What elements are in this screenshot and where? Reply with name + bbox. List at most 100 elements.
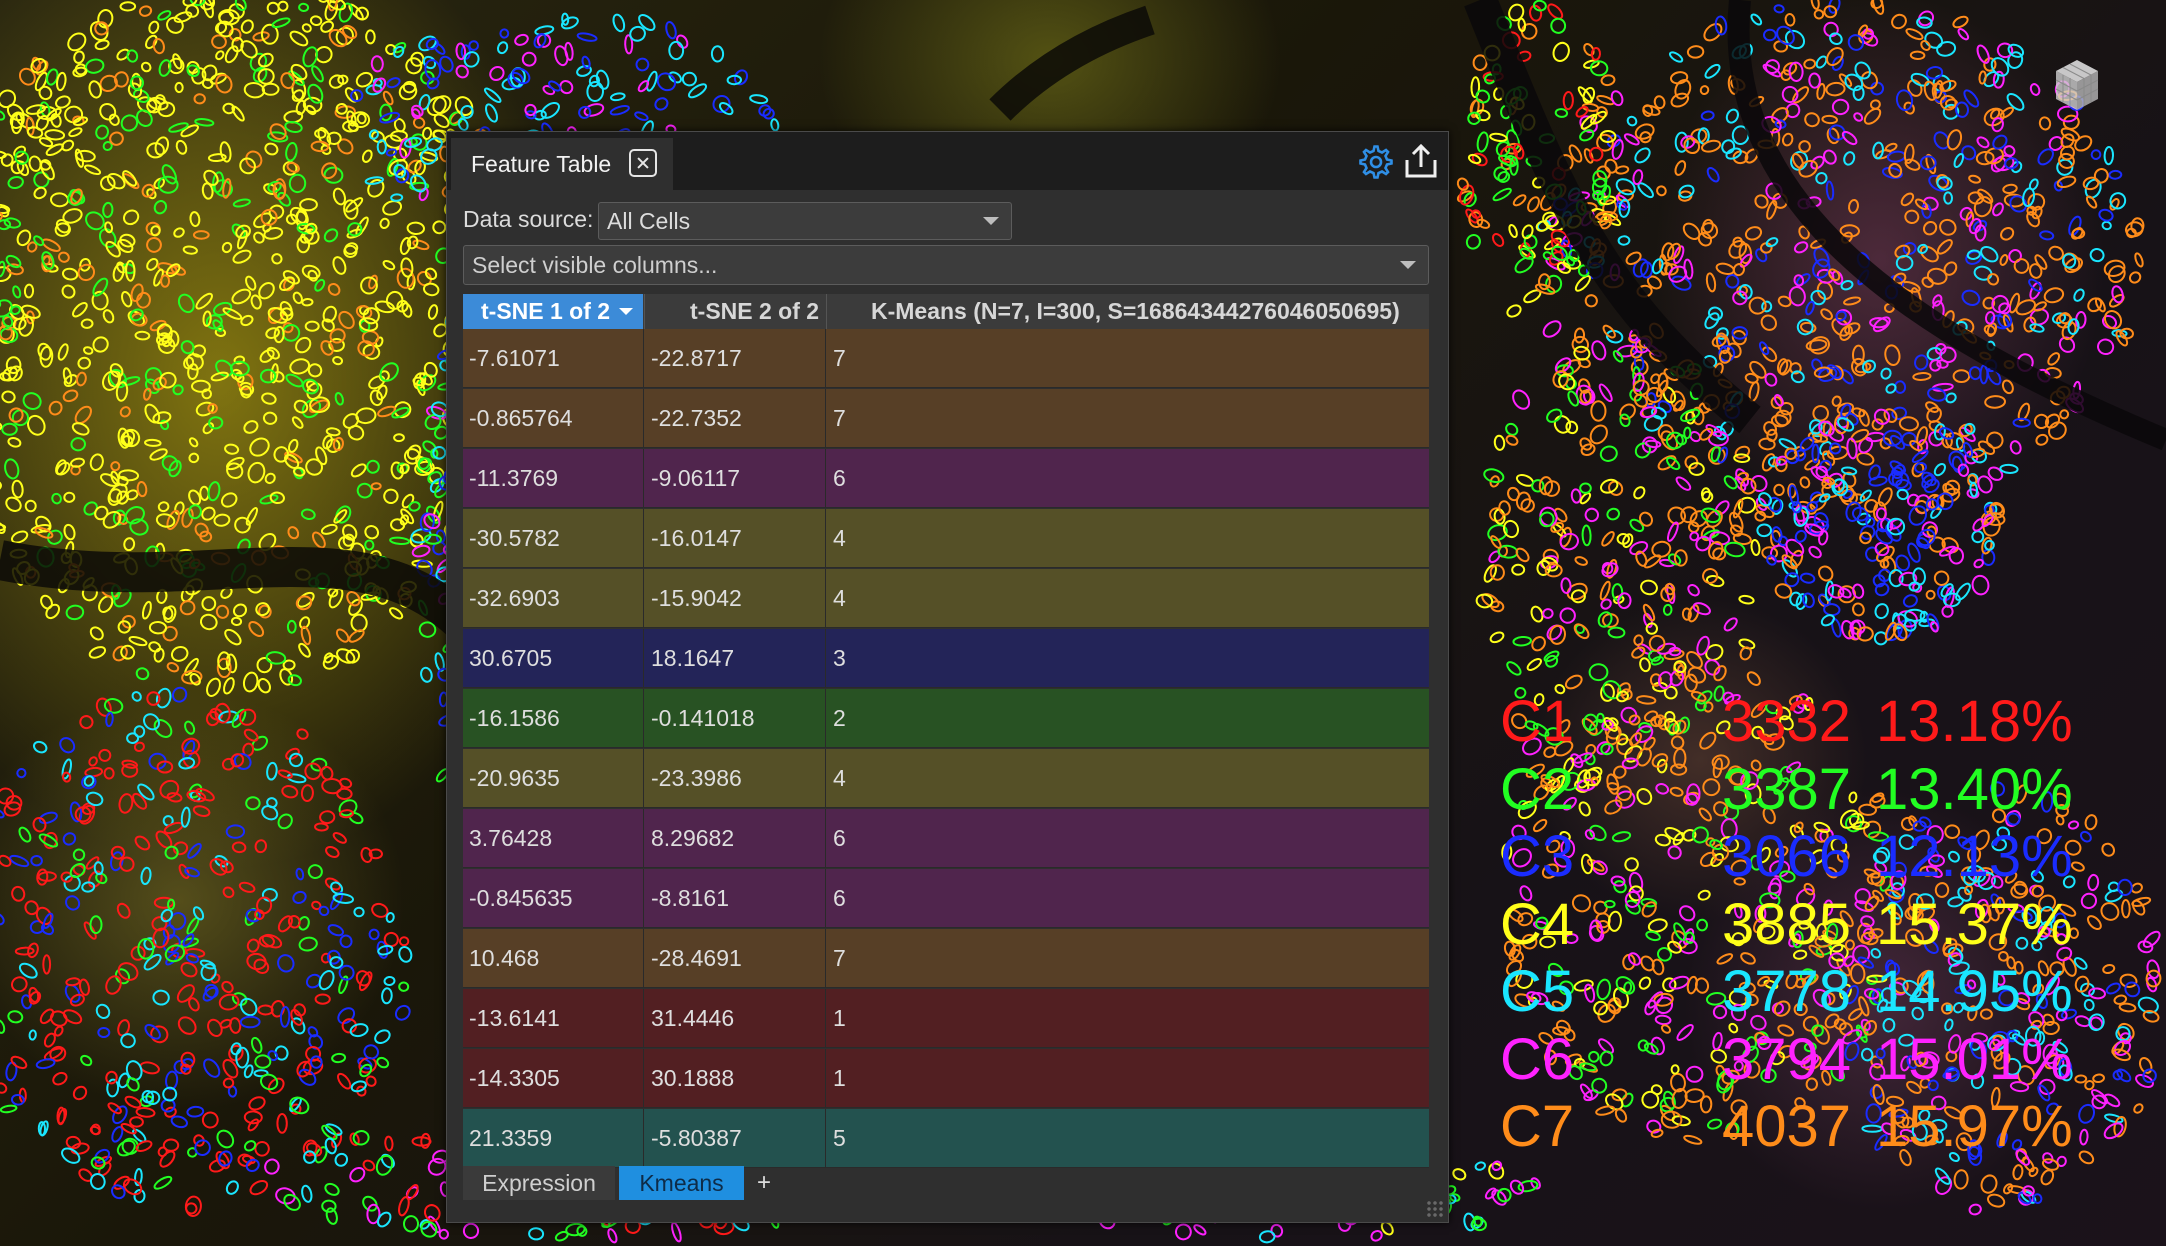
cell-outline: [215, 50, 225, 61]
cell-outline: [2029, 83, 2041, 96]
cell-outline: [264, 142, 279, 156]
tab-kmeans[interactable]: Kmeans: [619, 1166, 744, 1200]
cell-outline: [402, 1215, 420, 1233]
cell-outline: [408, 501, 421, 512]
cell-outline: [159, 779, 180, 799]
table-row[interactable]: -20.9635 -23.3986 4: [463, 749, 1429, 808]
table-row[interactable]: -14.3305 30.1888 1: [463, 1049, 1429, 1108]
panel-tab[interactable]: Feature Table: [451, 138, 673, 190]
cell-outline: [337, 138, 354, 155]
cell-outline: [92, 336, 109, 353]
close-icon[interactable]: [629, 149, 657, 177]
cell-outline: [468, 40, 480, 51]
cell-outline: [1957, 463, 1970, 477]
cell-outline: [264, 472, 276, 485]
table-row[interactable]: -16.1586 -0.141018 2: [463, 689, 1429, 748]
cell-outline: [2040, 1169, 2055, 1186]
data-source-value: All Cells: [607, 208, 691, 234]
cell-outline: [291, 416, 304, 429]
cell-outline: [2032, 1193, 2043, 1204]
cluster-cell: 4: [825, 509, 1429, 568]
table-row[interactable]: 10.468 -28.4691 7: [463, 929, 1429, 988]
cell-outline: [123, 537, 136, 552]
cell-outline: [14, 946, 35, 956]
cell-outline: [2029, 263, 2043, 279]
table-row[interactable]: 30.6705 18.1647 3: [463, 629, 1429, 688]
column-header-tsne-1[interactable]: t-SNE 1 of 2: [463, 294, 643, 329]
cell-outline: [1472, 54, 1488, 71]
tsne1-cell: -32.6903: [469, 585, 560, 611]
table-row[interactable]: -13.6141 31.4446 1: [463, 989, 1429, 1048]
cell-outline: [681, 71, 697, 87]
table-row[interactable]: 3.76428 8.29682 6: [463, 809, 1429, 868]
cell-outline: [1756, 523, 1772, 538]
table-row[interactable]: -0.865764 -22.7352 7: [463, 389, 1429, 448]
cell-outline: [271, 17, 291, 29]
cell-outline: [1370, 1229, 1383, 1242]
cell-outline: [129, 518, 149, 536]
cell-outline: [232, 198, 251, 208]
table-row[interactable]: -0.845635 -8.8161 6: [463, 869, 1429, 928]
cell-outline: [1686, 45, 1705, 59]
cell-outline: [1617, 592, 1632, 610]
cell-outline: [483, 87, 502, 104]
cell-outline: [129, 1116, 144, 1128]
cell-outline: [0, 260, 6, 278]
cell-outline: [89, 626, 104, 641]
cell-outline: [1914, 354, 1929, 371]
cell-outline: [356, 482, 373, 499]
cell-outline: [376, 1211, 392, 1228]
cell-outline: [1781, 132, 1794, 147]
table-row[interactable]: 21.3359 -5.80387 5: [463, 1109, 1429, 1168]
table-row[interactable]: -7.61071 -22.8717 7: [463, 329, 1429, 388]
cell-outline: [1945, 392, 1957, 404]
cell-outline: [207, 481, 221, 502]
resize-grip-icon[interactable]: [1426, 1200, 1444, 1218]
cell-outline: [1508, 224, 1518, 238]
cell-outline: [1671, 275, 1692, 291]
tab-expression[interactable]: Expression: [463, 1166, 615, 1200]
cell-outline: [61, 1147, 81, 1164]
add-tab-button[interactable]: +: [751, 1166, 777, 1200]
cell-outline: [360, 846, 373, 864]
cell-outline: [77, 263, 96, 282]
cell-outline: [136, 291, 151, 309]
cell-outline: [364, 539, 375, 551]
table-row[interactable]: -11.3769 -9.06117 6: [463, 449, 1429, 508]
cell-outline: [432, 445, 447, 460]
column-header-tsne-2[interactable]: t-SNE 2 of 2: [644, 294, 825, 329]
cell-outline: [1841, 130, 1858, 146]
cell-outline: [231, 105, 245, 122]
cluster-cell: 7: [825, 389, 1429, 448]
cell-outline: [2103, 146, 2115, 166]
cell-outline: [9, 854, 30, 868]
data-source-select[interactable]: All Cells: [598, 202, 1012, 240]
cell-outline: [1744, 372, 1759, 384]
cell-outline: [37, 342, 52, 361]
cell-outline: [166, 898, 176, 911]
cell-outline: [1511, 563, 1526, 576]
gear-icon[interactable]: [1358, 144, 1394, 180]
cell-outline: [1905, 28, 1924, 41]
cell-outline: [287, 438, 299, 453]
export-icon[interactable]: [1402, 142, 1440, 180]
cell-outline: [383, 975, 396, 987]
cube-icon[interactable]: [2052, 56, 2102, 114]
visible-columns-select[interactable]: Select visible columns...: [463, 245, 1429, 285]
cell-outline: [2103, 309, 2123, 330]
cell-outline: [1475, 89, 1491, 104]
cell-outline: [247, 461, 266, 484]
cell-outline: [2071, 227, 2084, 240]
cell-outline: [2116, 1068, 2132, 1083]
cell-outline: [1829, 32, 1843, 46]
column-header-kmeans[interactable]: K-Means (N=7, I=300, S=16864344276046050…: [826, 294, 1429, 329]
cell-outline: [1843, 296, 1862, 306]
cell-outline: [1826, 127, 1840, 145]
cell-outline: [1852, 85, 1865, 101]
table-row[interactable]: -30.5782 -16.0147 4: [463, 509, 1429, 568]
table-row[interactable]: -32.6903 -15.9042 4: [463, 569, 1429, 628]
cell-outline: [131, 691, 142, 702]
cell-outline: [288, 173, 307, 194]
tsne1-cell: 10.468: [469, 945, 540, 971]
legend-cluster-percent: 15.97%: [1876, 1094, 2073, 1159]
